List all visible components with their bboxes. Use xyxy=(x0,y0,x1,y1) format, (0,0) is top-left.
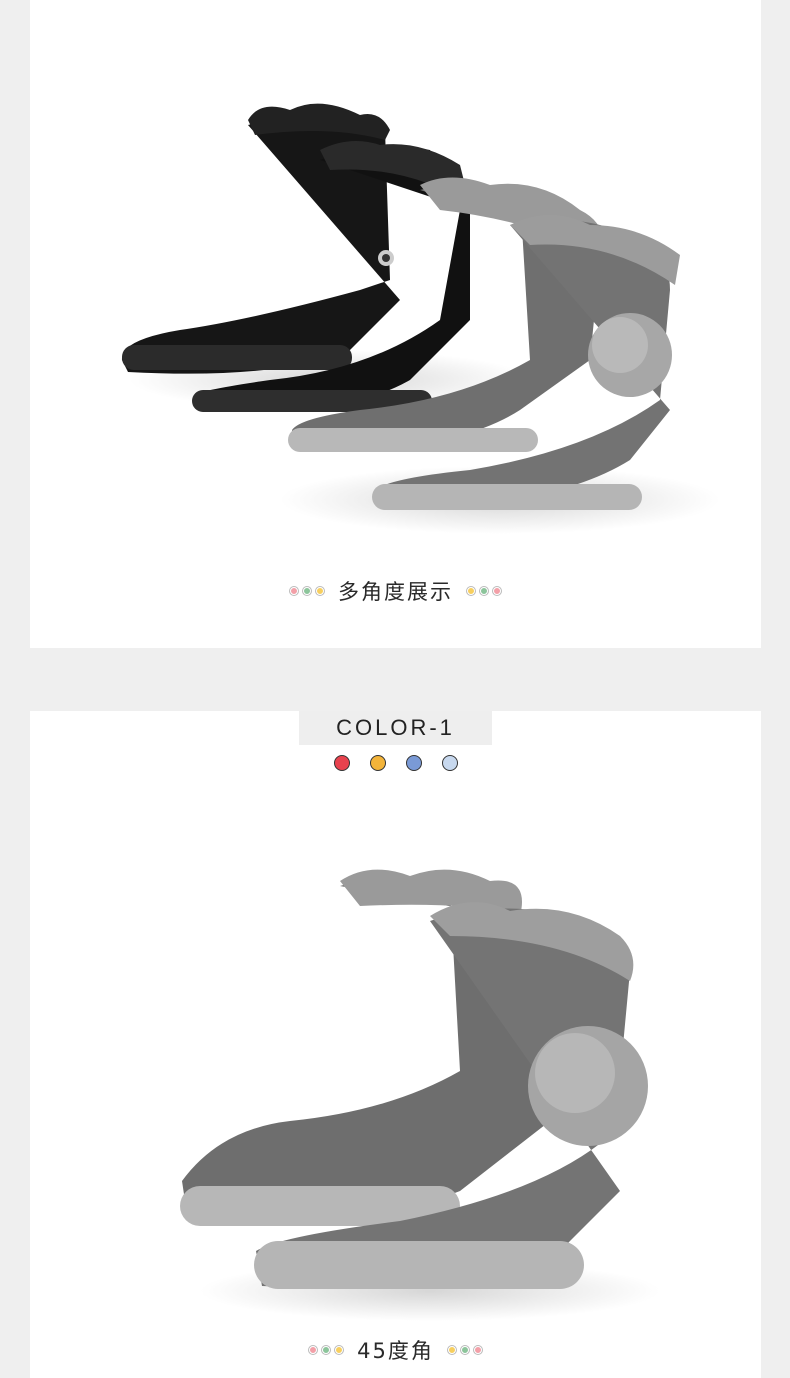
boots-45-degree-image xyxy=(180,869,660,1321)
dot-icon xyxy=(493,587,501,595)
dot-icon xyxy=(460,1346,469,1354)
dot-icon xyxy=(335,1346,344,1354)
dot-icon xyxy=(322,1346,331,1354)
caption-row-1: 多角度展示 xyxy=(30,576,761,606)
dot-icon xyxy=(480,587,488,595)
boots-multi-angle-image xyxy=(121,103,720,534)
dot-icon xyxy=(467,587,475,595)
dot-icon xyxy=(303,587,311,595)
dot-icon xyxy=(473,1346,482,1354)
product-panel-color-1: COLOR-1 45度角 xyxy=(30,711,761,1378)
dot-icon xyxy=(447,1346,456,1354)
dot-icon xyxy=(309,1346,318,1354)
product-panel-multi-angle: 多角度展示 xyxy=(30,0,761,648)
decor-dots-right xyxy=(447,1346,482,1354)
caption-row-2: 45度角 xyxy=(30,1335,761,1365)
decor-dots-right xyxy=(467,587,501,595)
caption-text: 多角度展示 xyxy=(338,580,453,604)
dot-icon xyxy=(316,587,324,595)
caption-text: 45度角 xyxy=(357,1339,434,1363)
dot-icon xyxy=(290,587,298,595)
decor-dots-left xyxy=(309,1346,344,1354)
decor-dots-left xyxy=(290,587,324,595)
